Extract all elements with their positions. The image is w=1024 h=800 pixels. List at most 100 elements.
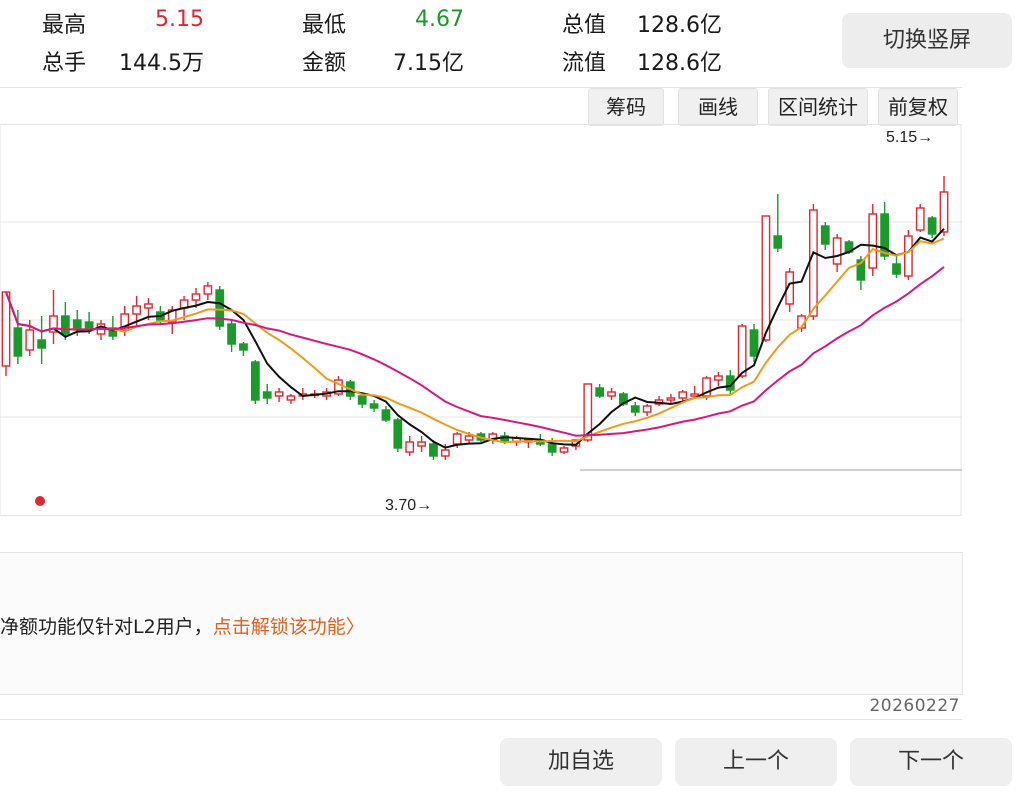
high-value: 5.15 (155, 7, 204, 32)
volume-value: 144.5万 (119, 51, 204, 76)
candle (286, 394, 296, 404)
candle-body (60, 315, 70, 335)
candle (868, 204, 878, 276)
candle-body (357, 395, 367, 405)
candle-body (630, 405, 640, 413)
candle (37, 316, 47, 364)
candle (630, 402, 640, 416)
candle (559, 446, 569, 454)
candle (927, 216, 937, 238)
candle-body (809, 209, 818, 317)
candle-body (452, 433, 462, 445)
candle (381, 406, 391, 422)
candle (714, 372, 723, 386)
candle (250, 360, 260, 404)
candle (892, 256, 901, 278)
draw-line-button[interactable]: 画线 (678, 88, 758, 126)
candlestick-chart[interactable]: 5.15→ 3.70→ (0, 124, 962, 516)
candle-body (37, 339, 47, 349)
total-cap-value: 128.6亿 (637, 13, 722, 38)
chart-date: 20260227 (869, 696, 960, 716)
candle-body (915, 207, 925, 231)
add-favorite-button[interactable]: 加自选 (500, 738, 662, 786)
candle (215, 286, 225, 330)
switch-portrait-button[interactable]: 切换竖屏 (842, 13, 1012, 68)
candle-body (820, 225, 830, 245)
candle (274, 388, 284, 402)
candle-body (286, 395, 296, 401)
next-button[interactable]: 下一个 (850, 738, 1012, 786)
candle (915, 204, 925, 232)
candle-body (773, 235, 783, 249)
candle (809, 204, 818, 320)
low-value: 4.67 (415, 7, 464, 32)
signal-dot (35, 496, 45, 506)
candle-body (927, 217, 937, 235)
float-cap-label: 流值 (562, 51, 607, 76)
previous-button[interactable]: 上一个 (675, 738, 837, 786)
candle-body (13, 327, 23, 357)
candle-body (227, 323, 236, 345)
candle-body (547, 443, 557, 453)
candle (773, 194, 783, 252)
candle (761, 215, 771, 342)
candle (262, 384, 272, 404)
candle-body (429, 443, 438, 457)
candle-body (369, 403, 379, 409)
candle-body (939, 191, 949, 233)
forward-adjust-button[interactable]: 前复权 (878, 88, 958, 126)
candle-body (595, 387, 605, 397)
ma20-line (5, 266, 945, 437)
candle-body (215, 289, 225, 327)
candle (939, 176, 949, 236)
range-stats-button[interactable]: 区间统计 (768, 88, 868, 126)
candle (832, 234, 842, 272)
candle-body (892, 263, 901, 275)
candle (1, 291, 11, 376)
candle-body (381, 409, 391, 421)
candle (405, 436, 415, 456)
candle-body (832, 237, 842, 265)
candle-body (393, 419, 403, 449)
candle (642, 404, 652, 416)
candle-body (203, 285, 213, 295)
max-price-label: 5.15→ (886, 129, 933, 146)
candle-body (262, 391, 272, 399)
candle (239, 342, 248, 356)
candle-body (666, 397, 676, 401)
candle-body (749, 329, 759, 357)
ma-lines (5, 228, 945, 449)
chart-grid (0, 124, 962, 516)
l2-info-message: 净额功能仅针对L2用户， (0, 616, 213, 638)
min-price-label: 3.70→ (385, 497, 432, 514)
chart-marks (35, 496, 45, 506)
candle-body (250, 361, 260, 401)
candle-body (642, 405, 652, 413)
l2-info-text: 净额功能仅针对L2用户，点击解锁该功能〉 (0, 612, 365, 639)
candle (357, 394, 367, 408)
unlock-feature-link[interactable]: 点击解锁该功能〉 (213, 616, 365, 638)
amount-label: 金额 (302, 51, 347, 76)
candle-body (239, 343, 248, 351)
candle (96, 320, 106, 340)
candle (369, 400, 379, 412)
chips-button[interactable]: 筹码 (588, 88, 664, 126)
candle-body (25, 329, 35, 351)
candle (654, 396, 664, 406)
candle-body (1, 291, 11, 367)
candle-body (607, 391, 616, 397)
candle-body (440, 449, 450, 457)
candle-body (144, 303, 153, 309)
candle-body (84, 321, 94, 329)
candle-body (464, 435, 474, 441)
candle (417, 436, 426, 452)
candle-body (903, 235, 913, 277)
candle (203, 282, 213, 300)
candle-body (559, 447, 569, 453)
candle (607, 388, 616, 400)
low-label: 最低 (302, 13, 347, 38)
candle (737, 324, 747, 378)
candle (49, 290, 58, 344)
volume-label: 总手 (42, 51, 87, 76)
candle-body (678, 391, 688, 399)
